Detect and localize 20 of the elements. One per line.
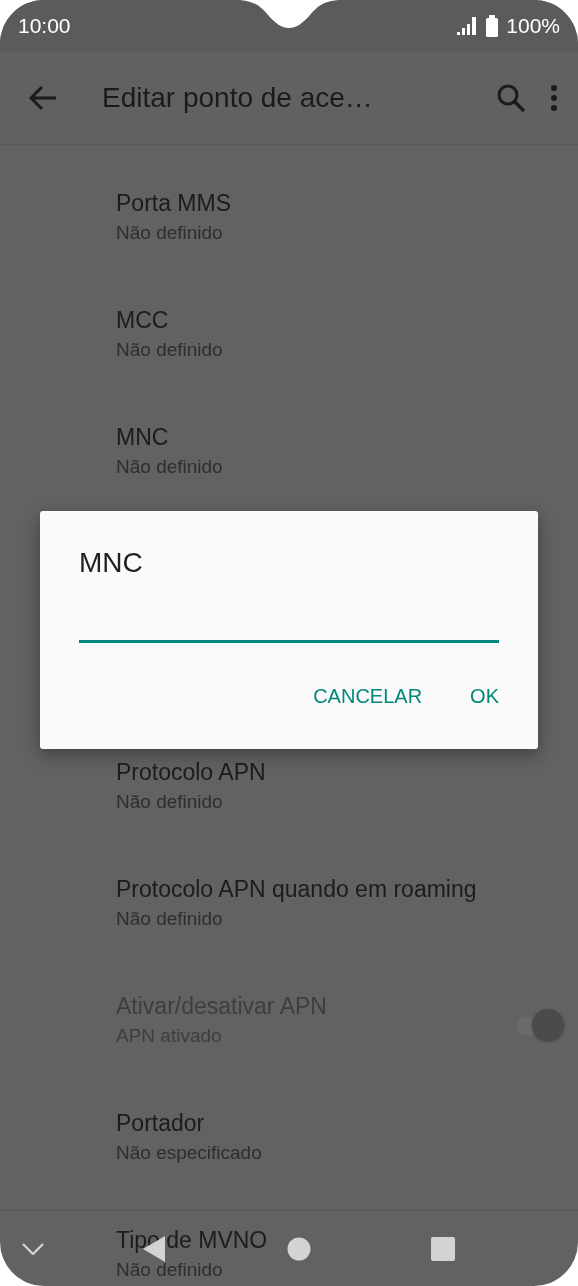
ok-button[interactable]: OK [458,673,511,719]
setting-title[interactable]: MCC [116,305,558,335]
clock: 10:00 [18,13,71,40]
battery-icon [486,15,499,37]
chevron-down-icon[interactable] [22,1242,44,1255]
cancel-button[interactable]: CANCELAR [301,673,435,719]
setting-title[interactable]: Porta MMS [116,188,558,218]
setting-title[interactable]: Protocolo APN [116,757,558,787]
back-button[interactable] [28,85,58,111]
search-button[interactable] [496,83,526,113]
signal-icon [456,16,479,36]
battery-percent: 100% [506,13,560,40]
setting-title[interactable]: MNC [116,422,558,452]
recents-button[interactable] [431,1236,455,1261]
dialog-title: MNC [79,546,144,580]
home-button[interactable] [287,1236,311,1261]
toolbar-title: Editar ponto de ace… [102,81,374,115]
setting-title[interactable]: Portador [116,1108,558,1138]
more-options-button[interactable] [550,85,558,111]
setting-title[interactable]: Protocolo APN quando em roaming [116,874,558,904]
